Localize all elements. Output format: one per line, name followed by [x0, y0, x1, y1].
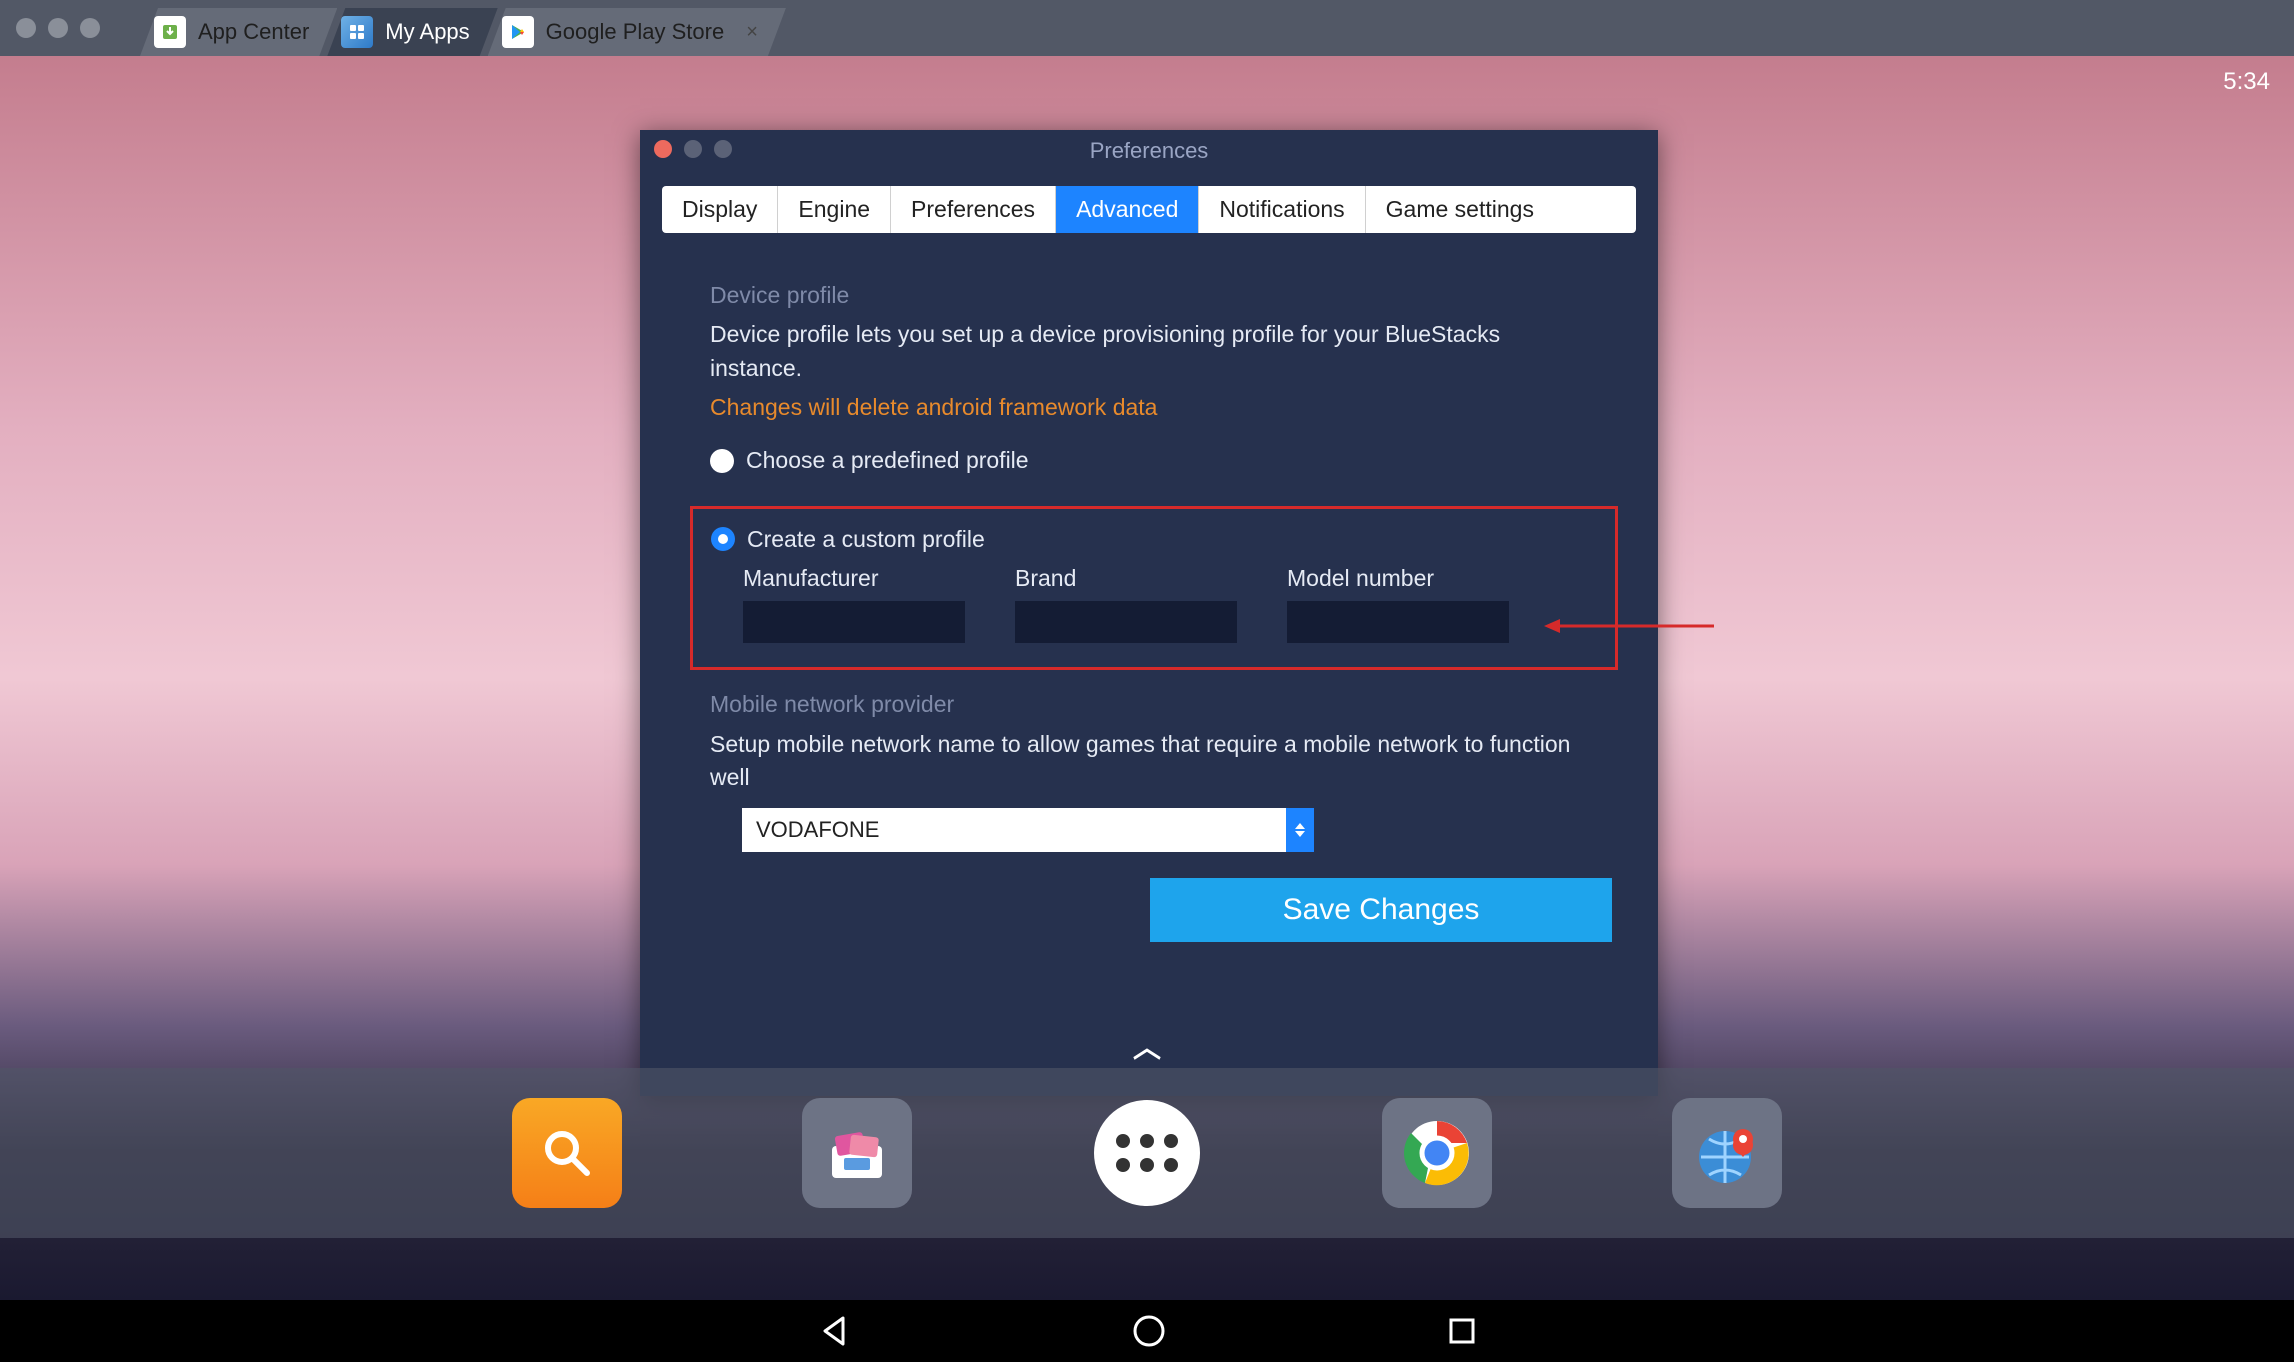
play-store-icon — [502, 16, 534, 48]
dock-all-apps[interactable] — [1092, 1098, 1202, 1208]
radio-predefined-profile[interactable]: Choose a predefined profile — [710, 444, 1588, 477]
chrome-icon — [1401, 1117, 1473, 1189]
tab-notifications[interactable]: Notifications — [1199, 186, 1365, 233]
radio-label: Create a custom profile — [747, 523, 985, 556]
tab-label: Google Play Store — [546, 19, 725, 45]
dock-search[interactable] — [512, 1098, 622, 1208]
nav-back-icon[interactable] — [817, 1314, 851, 1348]
model-field-group: Model number — [1287, 562, 1509, 643]
tab-preferences[interactable]: Preferences — [891, 186, 1056, 233]
media-folder-icon — [822, 1118, 892, 1188]
minimize-window-icon[interactable] — [48, 18, 68, 38]
device-profile-heading: Device profile — [710, 279, 1588, 312]
maximize-dialog-icon[interactable] — [714, 140, 732, 158]
radio-selected-icon — [711, 527, 735, 551]
dialog-window-controls — [654, 140, 732, 158]
device-profile-warning: Changes will delete android framework da… — [710, 391, 1588, 424]
preferences-dialog: Preferences Display Engine Preferences A… — [640, 130, 1658, 1096]
annotation-arrow-icon — [1544, 611, 1724, 641]
network-heading: Mobile network provider — [710, 688, 1588, 721]
tab-google-play[interactable]: Google Play Store × — [488, 8, 786, 56]
save-changes-button[interactable]: Save Changes — [1150, 878, 1612, 942]
tab-my-apps[interactable]: My Apps — [327, 8, 497, 56]
close-window-icon[interactable] — [16, 18, 36, 38]
app-center-icon — [154, 16, 186, 48]
tab-engine[interactable]: Engine — [778, 186, 891, 233]
search-icon — [537, 1123, 597, 1183]
device-profile-description: Device profile lets you set up a device … — [710, 318, 1588, 385]
dock — [0, 1068, 2294, 1238]
my-apps-icon — [341, 16, 373, 48]
manufacturer-label: Manufacturer — [743, 562, 965, 595]
tab-display[interactable]: Display — [662, 186, 778, 233]
brand-input[interactable] — [1015, 601, 1237, 643]
radio-icon — [710, 449, 734, 473]
dock-media[interactable] — [802, 1098, 912, 1208]
close-dialog-icon[interactable] — [654, 140, 672, 158]
globe-location-icon — [1691, 1117, 1763, 1189]
tab-label: App Center — [198, 19, 309, 45]
tab-advanced[interactable]: Advanced — [1056, 186, 1199, 233]
android-navbar — [0, 1300, 2294, 1362]
nav-home-icon[interactable] — [1131, 1313, 1167, 1349]
maximize-window-icon[interactable] — [80, 18, 100, 38]
preferences-body: Device profile Device profile lets you s… — [640, 233, 1658, 942]
model-label: Model number — [1287, 562, 1509, 595]
desktop-area: 5:34 Preferences Display Engine Preferen… — [0, 56, 2294, 1300]
manufacturer-field-group: Manufacturer — [743, 562, 965, 643]
custom-profile-fields: Manufacturer Brand Model number — [711, 562, 1597, 643]
network-description: Setup mobile network name to allow games… — [710, 728, 1588, 795]
all-apps-icon — [1094, 1100, 1200, 1206]
network-select[interactable]: VODAFONE — [742, 808, 1314, 852]
tab-game-settings[interactable]: Game settings — [1366, 186, 1554, 233]
brand-label: Brand — [1015, 562, 1237, 595]
radio-custom-profile[interactable]: Create a custom profile — [711, 523, 1597, 556]
window-controls — [16, 18, 100, 38]
select-stepper-icon[interactable] — [1286, 808, 1314, 852]
model-input[interactable] — [1287, 601, 1509, 643]
dock-chrome[interactable] — [1382, 1098, 1492, 1208]
preferences-tabbar: Display Engine Preferences Advanced Noti… — [662, 186, 1636, 233]
close-tab-icon[interactable]: × — [746, 21, 758, 44]
tab-app-center[interactable]: App Center — [140, 8, 337, 56]
dialog-title: Preferences — [1090, 138, 1209, 164]
dialog-titlebar: Preferences — [640, 130, 1658, 172]
browser-tabs: App Center My Apps Google Play Store × — [140, 0, 786, 56]
minimize-dialog-icon[interactable] — [684, 140, 702, 158]
nav-recent-icon[interactable] — [1447, 1316, 1477, 1346]
network-selected-value: VODAFONE — [742, 808, 1314, 852]
app-window: App Center My Apps Google Play Store × 5… — [0, 0, 2294, 1362]
network-section: Mobile network provider Setup mobile net… — [710, 688, 1588, 852]
chevron-up-icon[interactable]: ︿ — [1133, 1026, 1161, 1066]
dock-maps[interactable] — [1672, 1098, 1782, 1208]
tab-label: My Apps — [385, 19, 469, 45]
titlebar: App Center My Apps Google Play Store × — [0, 0, 2294, 56]
radio-label: Choose a predefined profile — [746, 444, 1029, 477]
manufacturer-input[interactable] — [743, 601, 965, 643]
status-clock: 5:34 — [2223, 68, 2270, 96]
custom-profile-highlight: Create a custom profile Manufacturer Bra… — [690, 506, 1618, 671]
brand-field-group: Brand — [1015, 562, 1237, 643]
